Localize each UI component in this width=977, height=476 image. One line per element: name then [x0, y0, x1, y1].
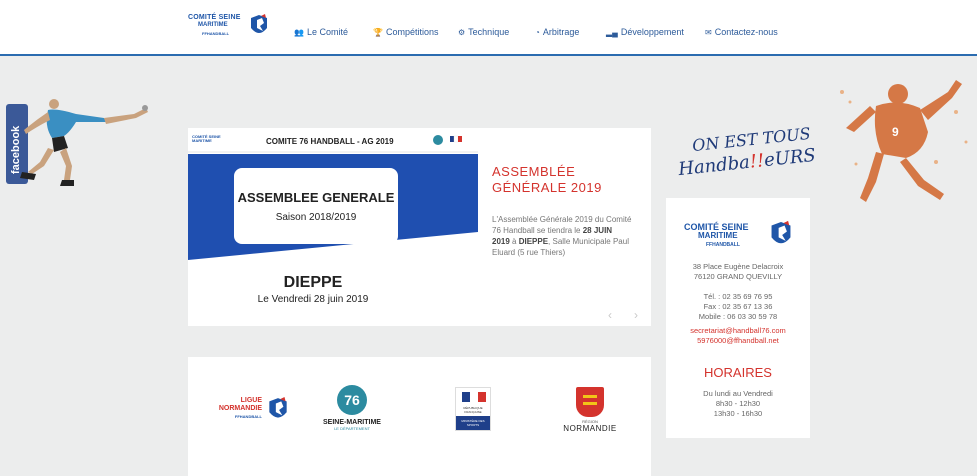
slider-next-arrow[interactable]: ›	[634, 308, 638, 322]
sm-badge: 76	[337, 385, 367, 415]
rooster-logo-icon	[269, 397, 287, 418]
rep-line1: RÉPUBLIQUE FRANÇAISE	[463, 406, 483, 414]
slogan: ON EST TOUS Handba!!eURS	[677, 124, 818, 186]
cogs-icon: ⚙	[458, 27, 466, 37]
slide-title[interactable]: ASSEMBLÉE GÉNÉRALE 2019	[492, 164, 642, 196]
address-line: 38 Place Eugène Delacroix	[692, 262, 784, 271]
hours-line: Du lundi au Vendredi	[703, 389, 773, 398]
bar-chart-icon: ▂▄	[606, 27, 618, 37]
nav-arbitrage[interactable]: ◔ Arbitrage	[535, 27, 579, 37]
contact-emails: secretariat@handball76.com 5976000@ffhan…	[666, 326, 810, 346]
french-flag-icon	[462, 392, 486, 402]
ligue-line2: NORMANDIE	[218, 405, 262, 412]
email-link[interactable]: secretariat@handball76.com	[666, 326, 810, 336]
contact-address: 38 Place Eugène Delacroix 76120 GRAND QU…	[666, 262, 810, 282]
poster-season: Saison 2018/2019	[275, 212, 357, 223]
ligue-line3: FFHANDBALL	[234, 414, 262, 419]
contact-logo-line3: FFHANDBALL	[706, 242, 740, 248]
contact-logo: COMITÉ SEINE MARITIME FFHANDBALL	[678, 218, 798, 258]
hours-line: 13h30 - 16h30	[713, 409, 763, 418]
hours-title: HORAIRES	[704, 365, 772, 380]
rooster-logo-icon	[771, 220, 791, 244]
handball-player-left-image	[20, 99, 148, 186]
partners-section: LIGUE NORMANDIE FFHANDBALL 76 SEINE-MARI…	[188, 357, 651, 476]
nav-le-comite[interactable]: 👥 Le Comité	[294, 27, 348, 37]
contact-phones: Tél. : 02 35 69 76 95 Fax : 02 35 67 13 …	[666, 292, 810, 322]
hours-line: 8h30 - 12h30	[715, 399, 761, 408]
nav-developpement[interactable]: ▂▄ Développement	[606, 27, 684, 37]
site-logo[interactable]: COMITÉ SEINE MARITIME FFHANDBALL	[188, 14, 272, 42]
phone-mobile: Mobile : 06 03 30 59 78	[698, 312, 778, 321]
poster-city: DIEPPE	[283, 274, 343, 291]
slogan-part: eURS	[763, 144, 817, 172]
sm-name: SEINE-MARITIME	[323, 419, 381, 426]
logo-line3: FFHANDBALL	[202, 31, 230, 36]
slogan-part: Handba	[677, 151, 751, 181]
nav-contactez-nous[interactable]: ✉ Contactez-nous	[705, 27, 778, 37]
contact-logo-line2: MARITIME	[698, 231, 738, 240]
opening-hours: Du lundi au Vendredi 8h30 - 12h30 13h30 …	[666, 389, 810, 419]
partner-ministere-sports[interactable]: RÉPUBLIQUE FRANÇAISE MINISTÈRE DES SPORT…	[455, 387, 491, 431]
nav-technique[interactable]: ⚙ Technique	[458, 27, 509, 37]
slide-description: L'Assemblée Générale 2019 du Comité 76 H…	[492, 214, 632, 258]
poster-header: COMITÉ SEINE MARITIME COMITE 76 HANDBALL…	[188, 128, 478, 154]
nav-label: Le Comité	[306, 27, 348, 37]
rooster-logo-icon	[251, 14, 267, 33]
address-line: 76120 GRAND QUEVILLY	[693, 272, 783, 281]
poster-mini-logo: COMITÉ SEINE MARITIME	[192, 134, 221, 143]
nav-competitions[interactable]: 🏆 Compétitions	[373, 27, 439, 37]
slide-text-part: à	[509, 237, 519, 246]
news-slider[interactable]: COMITÉ SEINE MARITIME COMITE 76 HANDBALL…	[188, 128, 651, 326]
slide-poster-image[interactable]: COMITÉ SEINE MARITIME COMITE 76 HANDBALL…	[188, 128, 478, 326]
sm-sub: LE DÉPARTEMENT	[334, 426, 370, 431]
envelope-icon: ✉	[705, 27, 712, 37]
nav-label: Arbitrage	[542, 27, 580, 37]
ligue-line1: LIGUE	[240, 397, 262, 404]
rep-line2: MINISTÈRE DES SPORTS	[461, 419, 485, 427]
logo-line2: MARITIME	[198, 22, 228, 28]
email-link[interactable]: 5976000@ffhandball.net	[666, 336, 810, 346]
phone-fax: Fax : 02 35 67 13 36	[703, 302, 773, 311]
nav-label: Contactez-nous	[714, 27, 778, 37]
nav-label: Compétitions	[385, 27, 439, 37]
users-icon: 👥	[294, 27, 304, 37]
partner-region-normandie[interactable]: RÉGION NORMANDIE	[560, 387, 620, 443]
partner-seine-maritime[interactable]: 76 SEINE-MARITIME LE DÉPARTEMENT	[322, 385, 382, 445]
logo-line1: COMITÉ SEINE	[188, 14, 241, 21]
partner-ligue-normandie[interactable]: LIGUE NORMANDIE FFHANDBALL	[210, 397, 290, 423]
slide-text-city: DIEPPE	[518, 237, 549, 246]
poster-date: Le Vendredi 28 juin 2019	[257, 294, 369, 305]
poster-title-box: ASSEMBLEE GENERALE Saison 2018/2019	[234, 168, 398, 244]
poster-title: ASSEMBLEE GENERALE	[237, 190, 395, 205]
poster-partner-logos	[433, 135, 462, 145]
phone-tel: Tél. : 02 35 69 76 95	[703, 292, 773, 301]
nav-label: Technique	[468, 27, 510, 37]
norm-line2: NORMANDIE	[563, 424, 617, 433]
normandie-shield-icon	[576, 387, 604, 417]
poster-header-title: COMITE 76 HANDBALL - AG 2019	[266, 137, 394, 146]
slider-prev-arrow[interactable]: ‹	[608, 308, 612, 322]
whistle-icon: ◔	[535, 27, 540, 37]
svg-text:9: 9	[892, 125, 899, 139]
handball-player-right-image: 9	[840, 80, 968, 202]
contact-card: COMITÉ SEINE MARITIME FFHANDBALL 38 Plac…	[666, 198, 810, 438]
nav-label: Développement	[620, 27, 684, 37]
trophy-icon: 🏆	[373, 27, 383, 37]
header: COMITÉ SEINE MARITIME FFHANDBALL 👥 Le Co…	[0, 0, 977, 56]
